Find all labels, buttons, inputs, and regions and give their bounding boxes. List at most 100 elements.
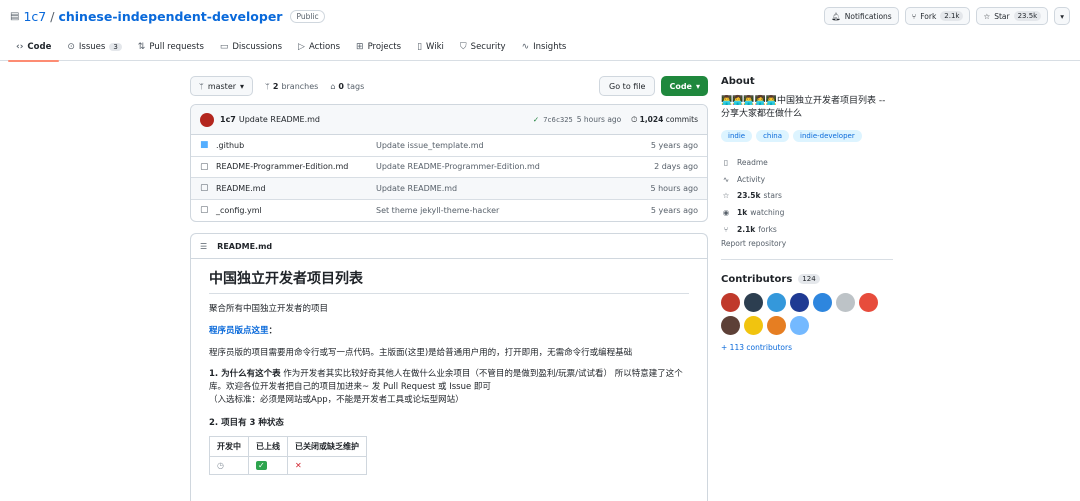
programmer-edition-link[interactable]: 程序员版点这里	[209, 326, 269, 336]
file-row[interactable]: ■ .github Update issue_template.md 5 yea…	[191, 135, 707, 157]
watching-count: 1k	[737, 208, 748, 217]
issues-count: 3	[109, 43, 122, 51]
file-name[interactable]: .github	[216, 141, 376, 150]
branches-link[interactable]: ᛘ 2 branches	[265, 82, 318, 91]
topic-tag[interactable]: indie-developer	[793, 130, 862, 143]
commit-author[interactable]: 1c7	[220, 115, 236, 124]
check-mark-icon: ✓	[256, 460, 267, 470]
check-icon: ✓	[532, 115, 540, 124]
contributors-heading[interactable]: Contributors 124	[721, 274, 893, 285]
contributor-avatar[interactable]	[859, 292, 878, 312]
visibility-badge: Public	[290, 10, 325, 23]
history-icon: 🕓︎	[631, 114, 638, 124]
tab-projects[interactable]: ⊞ Projects	[348, 33, 409, 61]
repo-name-link[interactable]: chinese-independent-developer	[58, 9, 282, 24]
file-row[interactable]: ▢ README.md Update README.md 5 hours ago	[191, 178, 707, 200]
file-row[interactable]: ▢ _config.yml Set theme jekyll-theme-hac…	[191, 200, 707, 222]
stars-link[interactable]: ☆ 23.5k stars	[721, 187, 893, 204]
commits-link[interactable]: 🕓︎ 1,024 commits	[631, 115, 698, 125]
states-heading: 2. 项目有 3 种状态	[209, 417, 284, 428]
topic-tag[interactable]: indie	[721, 130, 753, 143]
star-dropdown-button[interactable]: ▾	[1054, 7, 1070, 25]
star-button[interactable]: ☆ Star 23.5k	[976, 7, 1049, 25]
tab-issues[interactable]: ⊙ Issues 3	[59, 33, 129, 61]
branch-name: master	[207, 81, 237, 91]
branch-icon: ᛘ	[199, 81, 204, 91]
tab-security[interactable]: ⛉ Security	[452, 33, 514, 61]
why-heading: 1. 为什么有这个表	[209, 369, 281, 380]
code-button-label: Code	[669, 81, 692, 91]
code-dropdown-button[interactable]: Code ▾	[661, 76, 708, 96]
tab-actions[interactable]: ▷ Actions	[290, 33, 348, 61]
topic-tag[interactable]: china	[756, 130, 790, 143]
activity-link[interactable]: ∿ Activity	[721, 171, 893, 188]
pulse-icon: ∿	[722, 174, 730, 184]
list-icon[interactable]: ☰	[200, 242, 207, 251]
contributor-avatar[interactable]	[836, 292, 855, 312]
file-name[interactable]: README-Programmer-Edition.md	[216, 162, 376, 171]
contributor-avatars	[721, 292, 881, 335]
tab-code[interactable]: ‹› Code	[8, 33, 60, 62]
about-sidebar: About 👨‍💻👩‍💻👨‍💻👩‍💻👨‍💻中国独立开发者项目列表 -- 分享大家…	[721, 76, 893, 352]
tab-security-label: Security	[470, 42, 506, 52]
commit-meta: ✓ 7c6c325 5 hours ago 🕓︎ 1,024 commits	[533, 115, 698, 125]
contributors-label: Contributors	[721, 273, 793, 285]
tab-insights-label: Insights	[533, 42, 567, 52]
commit-message[interactable]: Update README.md	[239, 115, 320, 124]
commit-time: 5 hours ago	[576, 115, 622, 124]
contributor-avatar[interactable]	[790, 315, 809, 335]
programmer-edition-colon: ：	[268, 325, 278, 336]
contributor-avatar[interactable]	[813, 292, 832, 312]
readme-link[interactable]: ▯ Readme	[721, 154, 893, 171]
criteria-text: （入选标准：必须是网站或App，不能是开发者工具或论坛型网站）	[209, 394, 464, 405]
more-contributors-link[interactable]: + 113 contributors	[721, 343, 893, 352]
go-to-file-button[interactable]: Go to file	[599, 76, 656, 96]
file-commit-message[interactable]: Update README.md	[376, 184, 650, 193]
repo-owner-link[interactable]: 1c7	[23, 9, 46, 24]
watching-link[interactable]: ◉ 1k watching	[721, 204, 893, 221]
commits-count: 1,024	[639, 114, 664, 124]
contributor-avatar[interactable]	[790, 292, 809, 312]
contributor-avatar[interactable]	[767, 292, 786, 312]
commit-sha[interactable]: 7c6c325	[543, 116, 573, 124]
file-name[interactable]: README.md	[216, 184, 376, 193]
forks-label: forks	[758, 224, 777, 234]
contributor-avatar[interactable]	[767, 315, 786, 335]
readme-title: 中国独立开发者项目列表	[209, 268, 689, 294]
repo-actions: 🔔︎ Notifications ⑂ Fork 2.1k ☆ Star 23.5…	[824, 7, 1070, 25]
tab-discussions[interactable]: ▭ Discussions	[212, 33, 290, 61]
file-name[interactable]: _config.yml	[216, 206, 376, 215]
readme-intro: 聚合所有中国独立开发者的项目	[209, 304, 329, 314]
tab-pull-requests[interactable]: ⇅ Pull requests	[130, 33, 212, 61]
tab-insights[interactable]: ∿ Insights	[514, 33, 575, 61]
file-commit-message[interactable]: Update README-Programmer-Edition.md	[376, 162, 654, 171]
tab-wiki[interactable]: ▯ Wiki	[409, 33, 452, 61]
file-commit-message[interactable]: Update issue_template.md	[376, 141, 651, 150]
file-time: 2 days ago	[654, 162, 698, 172]
contributor-avatar[interactable]	[721, 292, 740, 312]
file-icon: ▢	[200, 161, 209, 172]
repo-icon: ▤	[10, 11, 20, 22]
branch-select-button[interactable]: ᛘ master ▾	[190, 76, 254, 96]
notifications-button[interactable]: 🔔︎ Notifications	[824, 7, 899, 25]
avatar[interactable]	[200, 112, 214, 127]
readme-panel: ☰ README.md 中国独立开发者项目列表 聚合所有中国独立开发者的项目 程…	[190, 233, 708, 501]
star-label: Star	[994, 11, 1010, 21]
forks-link[interactable]: ⑂ 2.1k forks	[721, 221, 893, 238]
file-row[interactable]: ▢ README-Programmer-Edition.md Update RE…	[191, 157, 707, 178]
watching-label: watching	[750, 208, 785, 217]
contributor-avatar[interactable]	[744, 315, 763, 335]
readme-filename: README.md	[217, 241, 273, 251]
branches-label: branches	[281, 81, 319, 91]
status-header: 开发中	[209, 435, 249, 457]
contributor-avatar[interactable]	[744, 292, 763, 312]
contributor-avatar[interactable]	[721, 315, 740, 335]
report-repository-link[interactable]: Report repository	[721, 239, 893, 248]
tab-code-label: Code	[27, 42, 52, 52]
fork-button[interactable]: ⑂ Fork 2.1k	[904, 7, 971, 25]
tab-actions-label: Actions	[308, 42, 341, 52]
file-commit-message[interactable]: Set theme jekyll-theme-hacker	[376, 206, 651, 215]
tags-link[interactable]: ⌂ 0 tags	[330, 82, 364, 91]
graph-icon: ∿	[521, 42, 530, 52]
readme-header: ☰ README.md	[191, 234, 707, 259]
